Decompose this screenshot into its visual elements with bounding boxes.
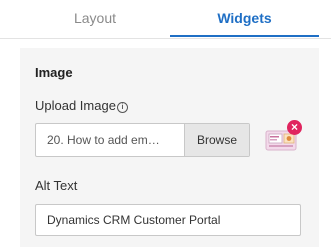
- close-icon: ×: [290, 120, 298, 134]
- upload-image-label: Upload Image i: [35, 98, 128, 113]
- info-icon[interactable]: i: [116, 102, 128, 113]
- file-name: 20. How to add em…: [47, 133, 160, 147]
- image-widget-panel: Image Upload Image i 20. How to add em… B…: [20, 48, 319, 247]
- browse-button[interactable]: Browse: [184, 124, 249, 156]
- alt-text-input[interactable]: [35, 204, 301, 236]
- tab-layout[interactable]: Layout: [20, 0, 170, 36]
- alt-text-label: Alt Text: [35, 178, 78, 193]
- remove-image-button[interactable]: ×: [287, 120, 302, 135]
- tab-bar: Layout Widgets: [0, 0, 331, 39]
- section-title: Image: [35, 65, 73, 80]
- file-upload-field[interactable]: 20. How to add em… Browse: [35, 123, 250, 157]
- active-tab-indicator: [170, 35, 319, 37]
- upload-image-label-text: Upload Image: [35, 98, 116, 113]
- tab-widgets[interactable]: Widgets: [170, 0, 319, 36]
